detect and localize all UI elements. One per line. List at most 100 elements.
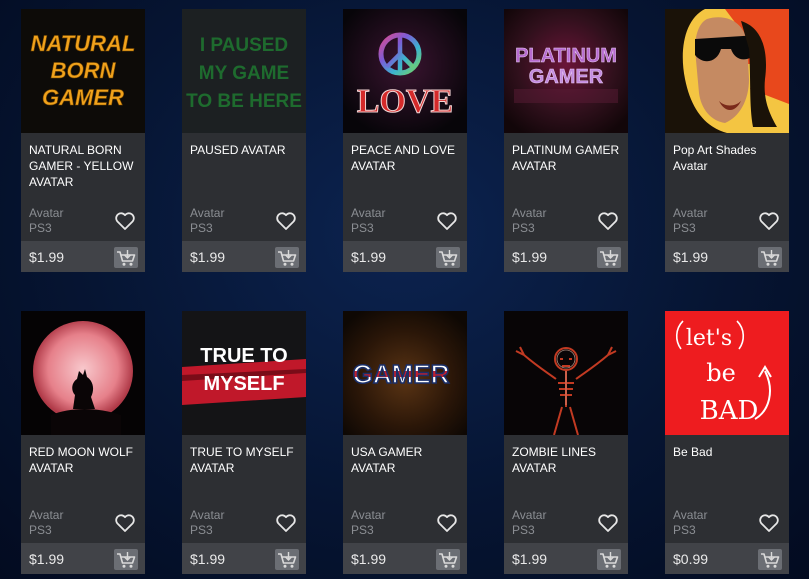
product-price: $1.99	[673, 249, 709, 265]
product-platform: PS3	[29, 221, 52, 235]
lets-be-bad-art[interactable]: let's be BAD	[665, 311, 789, 435]
product-title[interactable]: RED MOON WOLF AVATAR	[29, 444, 139, 476]
wishlist-heart-icon[interactable]	[114, 210, 136, 232]
art-text: let's	[686, 326, 732, 351]
add-to-cart-icon[interactable]	[436, 549, 460, 570]
product-price: $1.99	[512, 249, 548, 265]
add-to-cart-icon[interactable]	[597, 549, 621, 570]
product-title[interactable]: PLATINUM GAMER AVATAR	[512, 142, 622, 174]
product-platform: PS3	[190, 221, 213, 235]
product-card[interactable]: TRUE TO MYSELF TRUE TO MYSELF AVATAR Ava…	[182, 311, 306, 574]
art-text: LOVE	[357, 83, 453, 120]
product-price: $0.99	[673, 551, 709, 567]
add-to-cart-icon[interactable]	[275, 247, 299, 268]
wishlist-heart-icon[interactable]	[436, 512, 458, 534]
wishlist-heart-icon[interactable]	[275, 512, 297, 534]
wishlist-heart-icon[interactable]	[597, 512, 619, 534]
product-platform: PS3	[673, 523, 696, 537]
product-platform: PS3	[190, 523, 213, 537]
product-title[interactable]: Pop Art Shades Avatar	[673, 142, 783, 174]
product-title[interactable]: TRUE TO MYSELF AVATAR	[190, 444, 300, 476]
product-platform: PS3	[29, 523, 52, 537]
product-title[interactable]: NATURAL BORN GAMER - YELLOW AVATAR	[29, 142, 139, 190]
zombie-art[interactable]	[504, 311, 628, 435]
art-text: BORN	[51, 58, 117, 83]
product-price: $1.99	[351, 249, 387, 265]
price-bar: $1.99	[504, 241, 628, 272]
art-text: TO BE HERE	[186, 91, 302, 112]
add-to-cart-icon[interactable]	[114, 549, 138, 570]
red-moon-wolf-art[interactable]	[21, 311, 145, 435]
product-title[interactable]: PAUSED AVATAR	[190, 142, 300, 158]
product-price: $1.99	[190, 249, 226, 265]
peace-sign-art[interactable]: LOVE	[343, 9, 467, 133]
product-title[interactable]: USA GAMER AVATAR	[351, 444, 461, 476]
add-to-cart-icon[interactable]	[597, 247, 621, 268]
product-type: Avatar	[673, 206, 708, 220]
product-title[interactable]: PEACE AND LOVE AVATAR	[351, 142, 461, 174]
wishlist-heart-icon[interactable]	[436, 210, 458, 232]
product-price: $1.99	[29, 551, 65, 567]
wishlist-heart-icon[interactable]	[597, 210, 619, 232]
product-type: Avatar	[29, 508, 64, 522]
product-card[interactable]: RED MOON WOLF AVATAR Avatar PS3 $1.99	[21, 311, 145, 574]
product-card[interactable]: let's be BAD Be Bad Avatar PS3 $0.99	[665, 311, 789, 574]
price-bar: $1.99	[665, 241, 789, 272]
art-text: GAMER	[529, 66, 604, 88]
art-text: MY GAME	[199, 63, 289, 84]
wishlist-heart-icon[interactable]	[758, 210, 780, 232]
product-platform: PS3	[351, 523, 374, 537]
price-bar: $1.99	[182, 543, 306, 574]
product-card[interactable]: NATURAL BORN GAMER NATURAL BORN GAMER - …	[21, 9, 145, 272]
product-title[interactable]: ZOMBIE LINES AVATAR	[512, 444, 622, 476]
art-text: BAD	[700, 396, 759, 426]
product-type: Avatar	[190, 508, 225, 522]
product-type: Avatar	[351, 508, 386, 522]
product-type: Avatar	[512, 206, 547, 220]
true-to-myself-art[interactable]: TRUE TO MYSELF	[182, 311, 306, 435]
product-platform: PS3	[351, 221, 374, 235]
price-bar: $1.99	[21, 241, 145, 272]
product-price: $1.99	[351, 551, 387, 567]
product-platform: PS3	[673, 221, 696, 235]
add-to-cart-icon[interactable]	[436, 247, 460, 268]
add-to-cart-icon[interactable]	[114, 247, 138, 268]
product-price: $1.99	[29, 249, 65, 265]
add-to-cart-icon[interactable]	[758, 549, 782, 570]
pop-art-face-art[interactable]	[665, 9, 789, 133]
add-to-cart-icon[interactable]	[758, 247, 782, 268]
product-card[interactable]: PLATINUM GAMER PLATINUM GAMER AVATAR Ava…	[504, 9, 628, 272]
natural-born-gamer-art[interactable]: NATURAL BORN GAMER	[21, 9, 145, 133]
product-title[interactable]: Be Bad	[673, 444, 783, 460]
usa-gamer-art[interactable]: GAMER	[343, 311, 467, 435]
product-card[interactable]: ZOMBIE LINES AVATAR Avatar PS3 $1.99	[504, 311, 628, 574]
product-type: Avatar	[673, 508, 708, 522]
art-text: PLATINUM	[515, 45, 617, 67]
paused-art[interactable]: I PAUSED MY GAME TO BE HERE	[182, 9, 306, 133]
art-text: GAMER	[42, 85, 124, 110]
product-price: $1.99	[512, 551, 548, 567]
art-text: TRUE TO	[200, 345, 287, 367]
product-type: Avatar	[512, 508, 547, 522]
price-bar: $0.99	[665, 543, 789, 574]
product-type: Avatar	[29, 206, 64, 220]
product-card[interactable]: I PAUSED MY GAME TO BE HERE PAUSED AVATA…	[182, 9, 306, 272]
product-type: Avatar	[190, 206, 225, 220]
product-price: $1.99	[190, 551, 226, 567]
art-text: be	[706, 359, 736, 387]
product-platform: PS3	[512, 221, 535, 235]
add-to-cart-icon[interactable]	[275, 549, 299, 570]
wishlist-heart-icon[interactable]	[758, 512, 780, 534]
product-card[interactable]: GAMER USA GAMER AVATAR Avatar PS3 $1.99	[343, 311, 467, 574]
art-text: MYSELF	[203, 373, 284, 395]
price-bar: $1.99	[21, 543, 145, 574]
wishlist-heart-icon[interactable]	[275, 210, 297, 232]
art-text: GAMER	[353, 359, 450, 389]
art-text: I PAUSED	[200, 35, 288, 56]
price-bar: $1.99	[182, 241, 306, 272]
wishlist-heart-icon[interactable]	[114, 512, 136, 534]
product-card[interactable]: Pop Art Shades Avatar Avatar PS3 $1.99	[665, 9, 789, 272]
product-grid: NATURAL BORN GAMER NATURAL BORN GAMER - …	[0, 0, 809, 579]
product-card[interactable]: LOVE PEACE AND LOVE AVATAR Avatar PS3 $1…	[343, 9, 467, 272]
platinum-gamer-art[interactable]: PLATINUM GAMER	[504, 9, 628, 133]
